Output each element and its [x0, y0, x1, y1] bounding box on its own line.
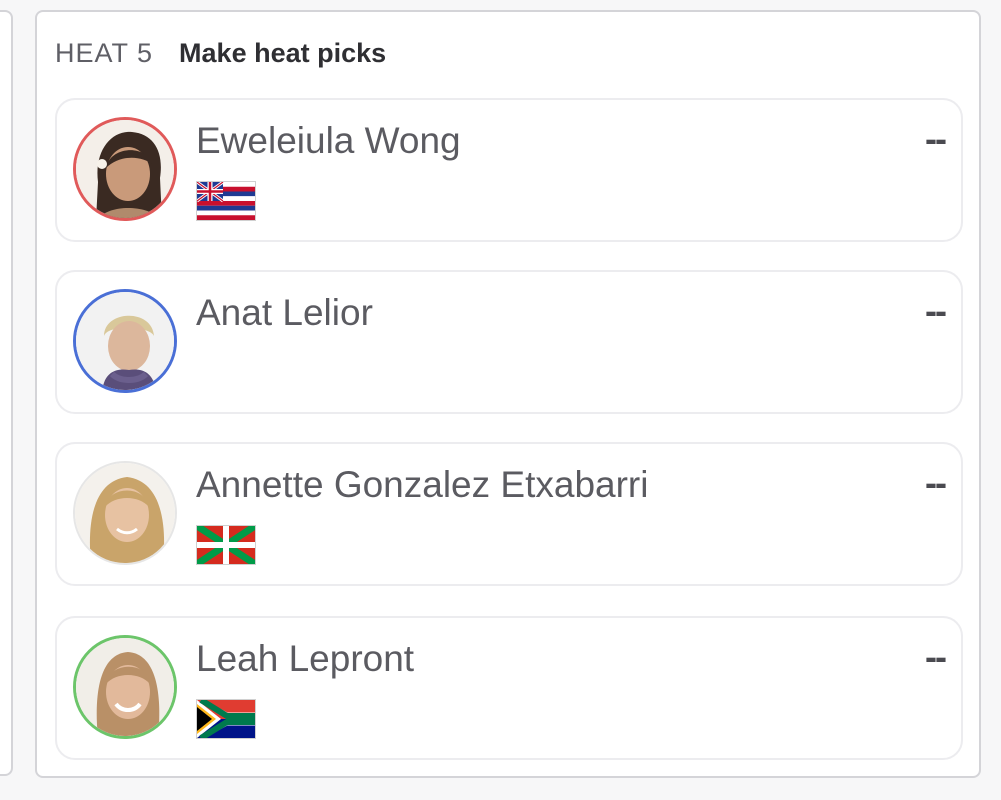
- heat-panel: HEAT 5 Make heat picks Eweleiula Wong --…: [35, 10, 981, 778]
- athlete-avatar: [73, 289, 177, 393]
- page: HEAT 5 Make heat picks Eweleiula Wong --…: [0, 0, 1001, 800]
- athlete-name: Leah Lepront: [196, 638, 415, 679]
- athlete-name: Annette Gonzalez Etxabarri: [196, 464, 649, 505]
- previous-heat-panel: [0, 10, 13, 776]
- pick-value: --: [925, 462, 947, 503]
- pick-value: --: [925, 636, 947, 677]
- pick-value: --: [925, 118, 947, 159]
- athlete-card[interactable]: Annette Gonzalez Etxabarri --: [55, 442, 963, 586]
- athlete-photo: [76, 292, 174, 390]
- make-heat-picks-link[interactable]: Make heat picks: [179, 38, 386, 69]
- heat-header: HEAT 5 Make heat picks: [55, 38, 386, 69]
- pick-value: --: [925, 290, 947, 331]
- athlete-card[interactable]: Eweleiula Wong --: [55, 98, 963, 242]
- athlete-card[interactable]: Leah Lepront --: [55, 616, 963, 760]
- athlete-name: Anat Lelior: [196, 292, 373, 333]
- athlete-name: Eweleiula Wong: [196, 120, 461, 161]
- athlete-avatar: [73, 635, 177, 739]
- hawaii-flag-icon: [196, 181, 256, 221]
- athlete-avatar: [73, 461, 177, 565]
- athlete-card[interactable]: Anat Lelior --: [55, 270, 963, 414]
- basque-flag-icon: [196, 525, 256, 565]
- athlete-photo: [76, 120, 174, 218]
- athlete-photo: [76, 638, 174, 736]
- athlete-photo: [75, 463, 175, 563]
- athlete-avatar: [73, 117, 177, 221]
- heat-label: HEAT 5: [55, 38, 154, 68]
- south-africa-flag-icon: [196, 699, 256, 739]
